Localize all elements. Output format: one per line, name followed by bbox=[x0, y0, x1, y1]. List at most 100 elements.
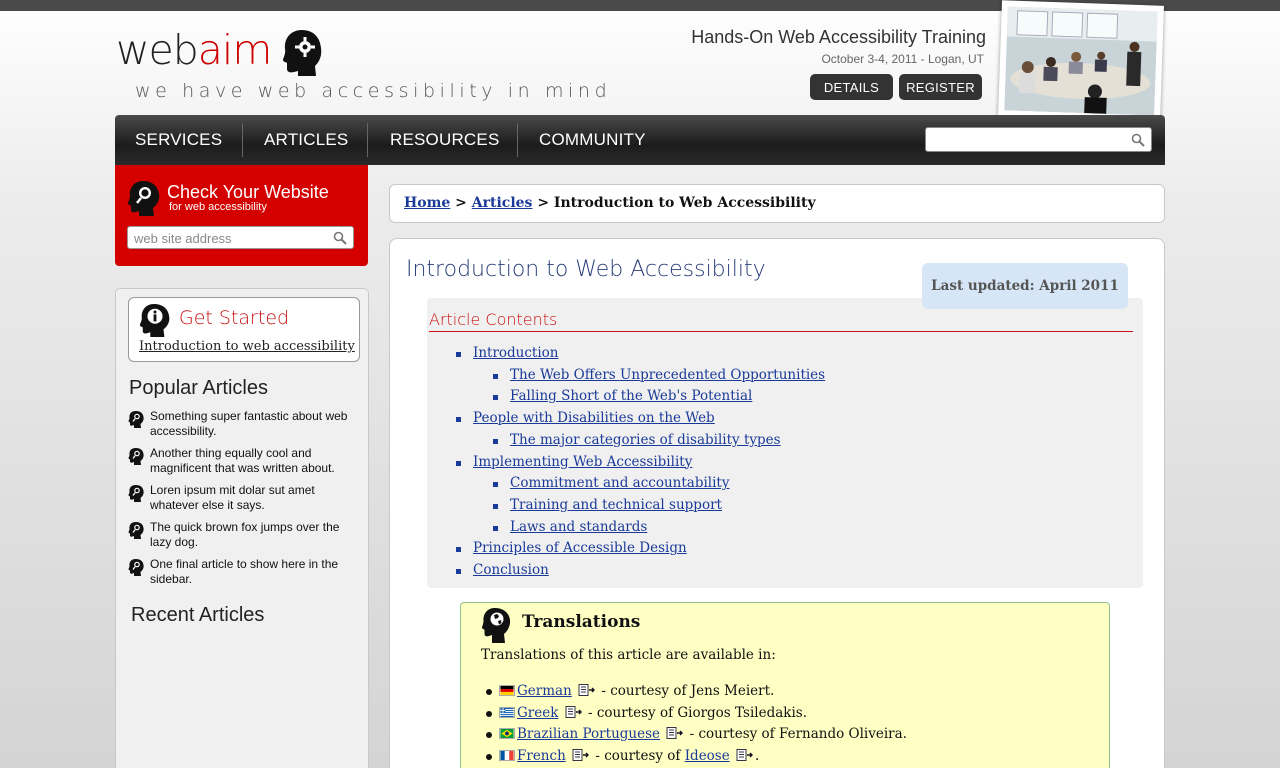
toc-link[interactable]: The Web Offers Unprecedented Opportuniti… bbox=[510, 367, 825, 383]
translation-link-greek[interactable]: Greek bbox=[517, 705, 558, 721]
document-arrow-icon[interactable] bbox=[736, 748, 754, 761]
greek-flag-icon bbox=[499, 706, 515, 718]
toc-link[interactable]: People with Disabilities on the Web bbox=[473, 410, 715, 426]
translation-credit: - courtesy of bbox=[591, 747, 685, 764]
nav-divider bbox=[517, 123, 518, 157]
training-photo-image bbox=[1004, 6, 1158, 116]
translation-credit: - courtesy of Jens Meiert. bbox=[597, 683, 775, 699]
popular-articles-heading: Popular Articles bbox=[129, 377, 268, 399]
toc-item: Principles of Accessible Design bbox=[455, 538, 825, 560]
sidebar: Get Started Introduction to web accessib… bbox=[115, 288, 369, 768]
toc-item: Falling Short of the Web's Potential bbox=[492, 386, 825, 408]
toc-item: The Web Offers Unprecedented Opportuniti… bbox=[492, 365, 825, 387]
head-magnifier-icon bbox=[128, 522, 144, 539]
toc-link[interactable]: The major categories of disability types bbox=[510, 432, 781, 448]
check-website-subtitle: for web accessibility bbox=[169, 201, 267, 213]
search-icon[interactable] bbox=[333, 231, 347, 245]
french-flag-icon bbox=[499, 749, 515, 761]
document-arrow-icon[interactable] bbox=[666, 727, 684, 739]
list-item: French - courtesy of Ideose . bbox=[486, 746, 907, 768]
article-contents-title: Article Contents bbox=[429, 310, 1133, 332]
promo-title: Hands-On Web Accessibility Training bbox=[691, 27, 986, 47]
toc-item: Training and technical support bbox=[492, 495, 825, 517]
toc-item: People with Disabilities on the Web bbox=[455, 408, 825, 430]
toc-link[interactable]: Training and technical support bbox=[510, 497, 722, 513]
toc-item: Laws and standards bbox=[492, 517, 825, 539]
breadcrumb-separator: > bbox=[455, 195, 467, 211]
article-contents: Article Contents Introduction The Web Of… bbox=[427, 298, 1143, 588]
list-item: German - courtesy of Jens Meiert. bbox=[486, 681, 907, 703]
training-photo[interactable] bbox=[998, 0, 1164, 122]
popular-article-text: Something super fantastic about web acce… bbox=[150, 409, 348, 438]
translation-link-german[interactable]: German bbox=[517, 683, 572, 699]
toc-link[interactable]: Implementing Web Accessibility bbox=[473, 454, 692, 470]
toc-link[interactable]: Introduction bbox=[473, 345, 559, 361]
logo-text-web: web bbox=[116, 26, 199, 74]
popular-article-text: Another thing equally cool and magnifice… bbox=[150, 446, 335, 475]
toc-link[interactable]: Principles of Accessible Design bbox=[473, 540, 687, 556]
toc-item: Introduction bbox=[455, 343, 825, 365]
translations-box: Translations Translations of this articl… bbox=[460, 602, 1110, 768]
check-website-title: Check Your Website bbox=[167, 182, 329, 202]
toc-item: Commitment and accountability bbox=[492, 473, 825, 495]
nav-resources[interactable]: RESOURCES bbox=[390, 115, 500, 165]
website-address-placeholder: web site address bbox=[134, 231, 232, 246]
toc-link[interactable]: Conclusion bbox=[473, 562, 549, 578]
translation-link-brazilian-portuguese[interactable]: Brazilian Portuguese bbox=[517, 726, 660, 742]
head-magnifier-icon bbox=[128, 559, 144, 576]
check-website-panel: Check Your Website for web accessibility… bbox=[115, 165, 368, 266]
breadcrumb-separator: > bbox=[537, 195, 550, 211]
search-icon[interactable] bbox=[1131, 133, 1145, 147]
brazil-flag-icon bbox=[499, 728, 515, 739]
website-address-input[interactable]: web site address bbox=[127, 226, 354, 249]
document-arrow-icon[interactable] bbox=[565, 705, 582, 718]
breadcrumb-articles-link[interactable]: Articles bbox=[472, 195, 533, 211]
document-arrow-icon[interactable] bbox=[578, 684, 596, 696]
page-title: Introduction to Web Accessibility bbox=[406, 257, 766, 282]
list-item[interactable]: Another thing equally cool and magnifice… bbox=[128, 446, 360, 476]
list-item[interactable]: The quick brown fox jumps over the lazy … bbox=[128, 520, 360, 550]
translations-title: Translations bbox=[522, 612, 641, 632]
popular-articles-list: Something super fantastic about web acce… bbox=[128, 409, 360, 594]
details-button[interactable]: DETAILS bbox=[810, 74, 893, 100]
toc-link[interactable]: Laws and standards bbox=[510, 519, 647, 535]
recent-articles-heading: Recent Articles bbox=[131, 604, 265, 626]
last-updated-badge: Last updated: April 2011 bbox=[922, 263, 1128, 309]
popular-article-text: Loren ipsum mit dolar sut amet whatever … bbox=[150, 483, 315, 512]
nav-services[interactable]: SERVICES bbox=[135, 115, 222, 165]
translation-credit-end: . bbox=[755, 747, 760, 764]
translations-list: German - courtesy of Jens Meiert. Greek … bbox=[486, 681, 907, 768]
list-item[interactable]: Something super fantastic about web acce… bbox=[128, 409, 360, 439]
toc-link[interactable]: Commitment and accountability bbox=[510, 475, 730, 491]
list-item[interactable]: Loren ipsum mit dolar sut amet whatever … bbox=[128, 483, 360, 513]
list-item: Brazilian Portuguese - courtesy of Ferna… bbox=[486, 724, 907, 746]
logo-text-aim: aim bbox=[197, 26, 272, 74]
translation-link-french[interactable]: French bbox=[517, 748, 566, 764]
toc-item: The major categories of disability types bbox=[492, 430, 825, 452]
popular-article-text: The quick brown fox jumps over the lazy … bbox=[150, 520, 340, 549]
breadcrumb-current: Introduction to Web Accessibility bbox=[553, 195, 816, 211]
get-started-title: Get Started bbox=[179, 307, 290, 329]
german-flag-icon bbox=[499, 685, 515, 696]
nav-articles[interactable]: ARTICLES bbox=[264, 115, 348, 165]
logo[interactable]: webaim bbox=[116, 26, 272, 74]
nav-community[interactable]: COMMUNITY bbox=[539, 115, 646, 165]
get-started-link[interactable]: Introduction to web accessibility bbox=[139, 339, 355, 354]
toc-list: Introduction The Web Offers Unprecedente… bbox=[455, 343, 825, 582]
list-item[interactable]: One final article to show here in the si… bbox=[128, 557, 360, 587]
document-arrow-icon[interactable] bbox=[572, 748, 590, 761]
translator-link-ideose[interactable]: Ideose bbox=[685, 748, 730, 764]
logo-head-gear-icon bbox=[283, 30, 322, 76]
translations-intro: Translations of this article are availab… bbox=[481, 647, 776, 663]
head-magnifier-icon bbox=[128, 485, 144, 502]
breadcrumb-home-link[interactable]: Home bbox=[404, 195, 450, 211]
popular-article-text: One final article to show here in the si… bbox=[150, 557, 339, 586]
nav-divider bbox=[242, 123, 243, 157]
head-magnifier-icon bbox=[128, 448, 144, 465]
head-globe-icon bbox=[482, 608, 511, 643]
get-started-box: Get Started Introduction to web accessib… bbox=[128, 297, 360, 362]
translation-credit: - courtesy of Fernando Oliveira. bbox=[685, 726, 907, 742]
site-search-input[interactable] bbox=[925, 127, 1152, 152]
register-button[interactable]: REGISTER bbox=[899, 74, 982, 100]
toc-link[interactable]: Falling Short of the Web's Potential bbox=[510, 388, 752, 404]
